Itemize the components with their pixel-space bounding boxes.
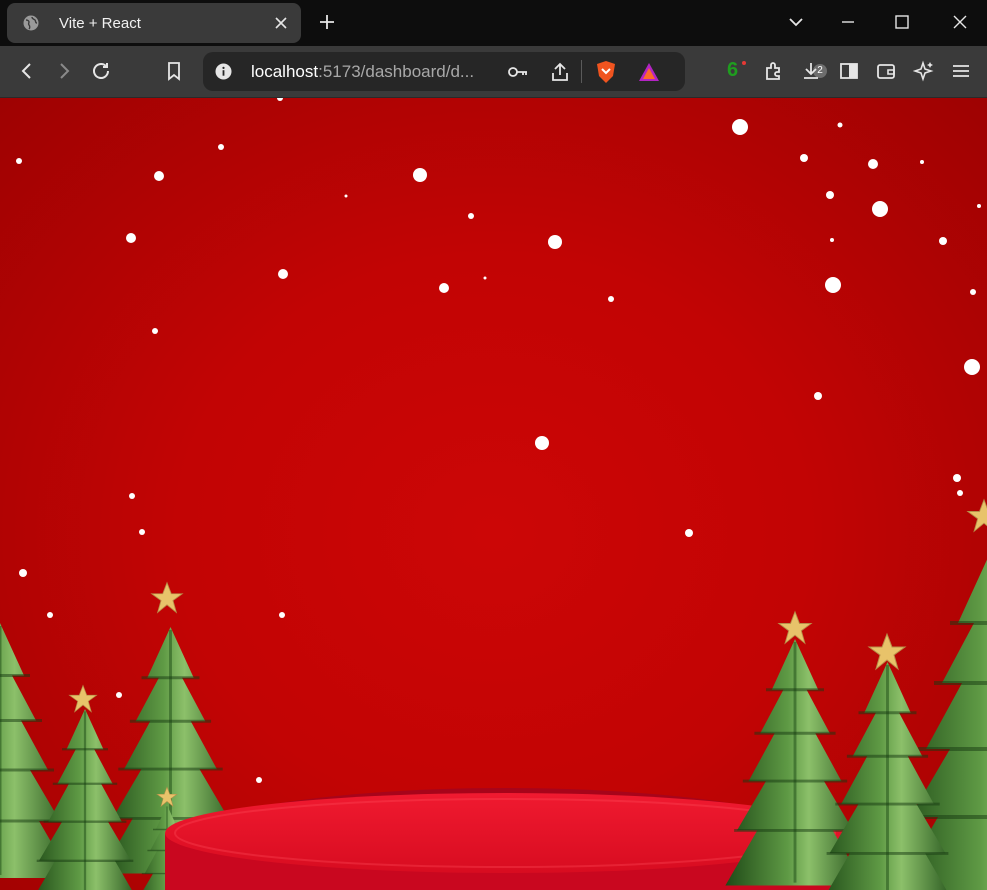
right-trees <box>723 499 987 890</box>
new-tab-icon[interactable] <box>317 12 337 32</box>
tab-title: Vite + React <box>59 15 141 32</box>
close-window-icon[interactable] <box>950 12 970 32</box>
sidebar-icon[interactable] <box>838 60 860 82</box>
christmas-scene <box>0 98 987 890</box>
menu-icon[interactable] <box>950 60 972 82</box>
browser-tab[interactable]: Vite + React <box>7 3 301 43</box>
maximize-icon[interactable] <box>892 12 912 32</box>
extensions-icon[interactable] <box>763 60 785 82</box>
bookmark-icon[interactable] <box>163 60 185 82</box>
tab-strip: Vite + React <box>0 0 987 46</box>
browser-toolbar: localhost:5173/dashboard/d... 2 6 <box>0 46 987 98</box>
brave-rewards-icon[interactable] <box>638 62 660 82</box>
url-text: localhost:5173/dashboard/d... <box>251 62 474 82</box>
omnibox-divider <box>581 60 582 83</box>
downloads-icon[interactable] <box>800 60 822 82</box>
close-tab-icon[interactable] <box>273 15 289 31</box>
url-host: localhost <box>251 62 319 81</box>
url-path: :5173/dashboard/d... <box>318 62 475 81</box>
address-bar[interactable]: localhost:5173/dashboard/d... 2 <box>203 52 827 91</box>
forward-icon[interactable] <box>53 60 75 82</box>
site-info-icon[interactable] <box>215 63 232 80</box>
tab-search-chevron-icon[interactable] <box>786 12 806 32</box>
extension-counter[interactable]: 6 <box>727 59 738 82</box>
minimize-icon[interactable] <box>838 12 858 32</box>
leo-ai-icon[interactable] <box>913 60 935 82</box>
share-icon[interactable] <box>549 61 571 83</box>
brave-shields-icon[interactable] <box>595 60 617 84</box>
globe-icon <box>23 15 39 31</box>
wallet-icon[interactable] <box>875 60 897 82</box>
reload-icon[interactable] <box>90 60 112 82</box>
extension-counter-dot <box>742 61 746 65</box>
back-icon[interactable] <box>16 60 38 82</box>
key-icon[interactable] <box>507 62 529 82</box>
christmas-background <box>0 98 987 890</box>
